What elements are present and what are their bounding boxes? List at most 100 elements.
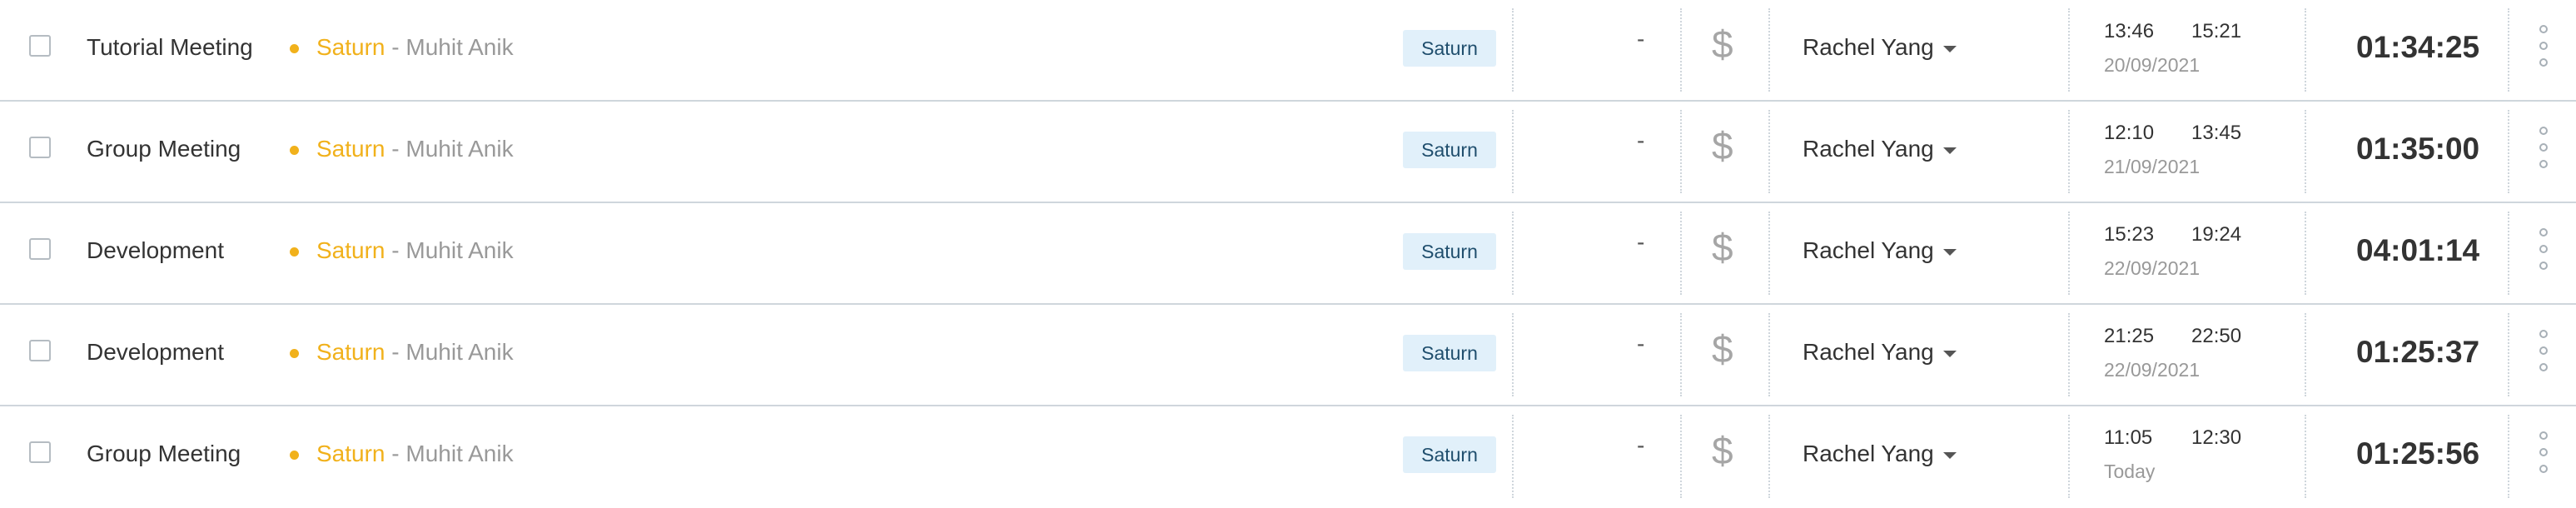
client-name: Muhit Anik (405, 237, 514, 263)
user-dropdown[interactable]: Rachel Yang (1803, 33, 1934, 62)
column-divider (2305, 313, 2306, 396)
entry-description[interactable]: Tutorial Meeting (87, 33, 253, 62)
tag-badge[interactable]: Saturn (1403, 233, 1496, 270)
column-divider (2305, 8, 2306, 92)
caret-down-icon[interactable] (1943, 351, 1957, 357)
column-divider (1680, 313, 1682, 396)
tag-badge[interactable]: Saturn (1403, 436, 1496, 473)
caret-down-icon[interactable] (1943, 452, 1957, 459)
column-divider (2508, 415, 2509, 498)
column-divider (1512, 415, 1514, 498)
client-name: Muhit Anik (405, 339, 514, 365)
project-picker[interactable]: Saturn - Muhit Anik (316, 237, 514, 265)
kebab-menu-icon[interactable] (2538, 25, 2549, 75)
project-name: Saturn (316, 441, 385, 466)
time-entry-row[interactable]: Development Saturn - Muhit Anik Saturn -… (0, 305, 2576, 406)
kebab-menu-icon[interactable] (2538, 127, 2549, 177)
time-entry-row[interactable]: Group Meeting Saturn - Muhit Anik Saturn… (0, 406, 2576, 508)
column-divider (1768, 415, 1770, 498)
time-entry-row[interactable]: Tutorial Meeting Saturn - Muhit Anik Sat… (0, 0, 2576, 102)
column-divider (2508, 110, 2509, 193)
start-time[interactable]: 11:05 (2104, 426, 2152, 450)
select-checkbox[interactable] (29, 340, 51, 361)
end-time[interactable]: 19:24 (2191, 223, 2241, 247)
dollar-icon[interactable]: $ (1712, 430, 1733, 471)
column-divider (1680, 212, 1682, 295)
entry-description[interactable]: Group Meeting (87, 440, 241, 468)
column-divider (1512, 110, 1514, 193)
task-placeholder: - (1637, 331, 1645, 356)
column-divider (2508, 8, 2509, 92)
column-divider (2305, 110, 2306, 193)
time-entry-row[interactable]: Development Saturn - Muhit Anik Saturn -… (0, 203, 2576, 305)
project-picker[interactable]: Saturn - Muhit Anik (316, 135, 514, 163)
column-divider (1768, 110, 1770, 193)
entry-date[interactable]: 21/09/2021 (2104, 155, 2200, 178)
kebab-menu-icon[interactable] (2538, 431, 2549, 481)
caret-down-icon[interactable] (1943, 147, 1957, 154)
end-time[interactable]: 15:21 (2191, 20, 2241, 43)
select-checkbox[interactable] (29, 137, 51, 158)
column-divider (2068, 212, 2070, 295)
client-name: Muhit Anik (405, 136, 514, 162)
caret-down-icon[interactable] (1943, 46, 1957, 52)
project-client-separator: - (385, 441, 406, 466)
entry-date[interactable]: Today (2104, 460, 2155, 483)
user-dropdown[interactable]: Rachel Yang (1803, 440, 1934, 468)
user-dropdown[interactable]: Rachel Yang (1803, 338, 1934, 366)
column-divider (2068, 313, 2070, 396)
duration-value[interactable]: 04:01:14 (2356, 232, 2479, 269)
column-divider (1768, 313, 1770, 396)
project-client-separator: - (385, 237, 406, 263)
entry-description[interactable]: Development (87, 237, 224, 265)
duration-value[interactable]: 01:25:37 (2356, 334, 2479, 371)
select-checkbox[interactable] (29, 238, 51, 260)
entry-date[interactable]: 22/09/2021 (2104, 256, 2200, 280)
project-color-dot (290, 44, 299, 53)
dollar-icon[interactable]: $ (1712, 328, 1733, 370)
column-divider (2508, 212, 2509, 295)
dollar-icon[interactable]: $ (1712, 227, 1733, 268)
kebab-menu-icon[interactable] (2538, 330, 2549, 380)
project-color-dot (290, 451, 299, 460)
task-placeholder: - (1637, 26, 1645, 52)
end-time[interactable]: 13:45 (2191, 122, 2241, 145)
start-time[interactable]: 12:10 (2104, 122, 2154, 145)
task-placeholder: - (1637, 432, 1645, 458)
select-checkbox[interactable] (29, 441, 51, 463)
duration-value[interactable]: 01:35:00 (2356, 131, 2479, 167)
entry-date[interactable]: 22/09/2021 (2104, 358, 2200, 381)
project-name: Saturn (316, 136, 385, 162)
user-dropdown[interactable]: Rachel Yang (1803, 237, 1934, 265)
tag-badge[interactable]: Saturn (1403, 335, 1496, 371)
task-placeholder: - (1637, 229, 1645, 255)
caret-down-icon[interactable] (1943, 249, 1957, 256)
project-color-dot (290, 349, 299, 358)
column-divider (2508, 313, 2509, 396)
end-time[interactable]: 12:30 (2191, 426, 2241, 450)
project-color-dot (290, 247, 299, 256)
project-picker[interactable]: Saturn - Muhit Anik (316, 440, 514, 468)
start-time[interactable]: 21:25 (2104, 325, 2154, 348)
entry-description[interactable]: Group Meeting (87, 135, 241, 163)
dollar-icon[interactable]: $ (1712, 125, 1733, 167)
project-picker[interactable]: Saturn - Muhit Anik (316, 338, 514, 366)
start-time[interactable]: 15:23 (2104, 223, 2154, 247)
dollar-icon[interactable]: $ (1712, 23, 1733, 65)
duration-value[interactable]: 01:34:25 (2356, 29, 2479, 66)
kebab-menu-icon[interactable] (2538, 228, 2549, 278)
entry-description[interactable]: Development (87, 338, 224, 366)
select-checkbox[interactable] (29, 35, 51, 57)
entry-date[interactable]: 20/09/2021 (2104, 53, 2200, 77)
end-time[interactable]: 22:50 (2191, 325, 2241, 348)
column-divider (1512, 212, 1514, 295)
tag-badge[interactable]: Saturn (1403, 132, 1496, 168)
start-time[interactable]: 13:46 (2104, 20, 2154, 43)
task-placeholder: - (1637, 127, 1645, 153)
project-picker[interactable]: Saturn - Muhit Anik (316, 33, 514, 62)
column-divider (2068, 8, 2070, 92)
tag-badge[interactable]: Saturn (1403, 30, 1496, 67)
user-dropdown[interactable]: Rachel Yang (1803, 135, 1934, 163)
duration-value[interactable]: 01:25:56 (2356, 436, 2479, 472)
time-entry-row[interactable]: Group Meeting Saturn - Muhit Anik Saturn… (0, 102, 2576, 203)
